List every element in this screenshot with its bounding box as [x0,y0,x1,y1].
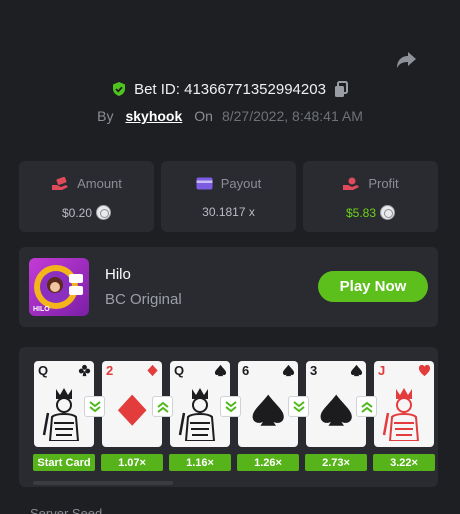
stat-profit-label: Profit [368,176,399,191]
game-subtitle: BC Original [105,291,182,308]
chevron-down-icon [220,396,241,417]
amount-hand-icon [52,176,69,190]
horizontal-scrollbar[interactable] [33,481,173,485]
card-rank: 3 [310,363,318,378]
server-seed-label: Server Seed [30,506,103,514]
coin-icon [380,205,396,220]
bet-date: 8/27/2022, 8:48:41 AM [221,108,363,124]
hearts-suit-icon [418,364,431,377]
card-rank: J [378,363,386,378]
username-link[interactable]: skyhook [125,108,182,124]
clubs-suit-icon [78,364,91,377]
spades-suit-icon [282,364,295,377]
multiplier-badge: 2.73× [305,454,367,471]
bet-detail-panel: Bet ID: 41366771352994203 By skyhook On … [0,0,460,514]
card-rank: Q [174,363,185,378]
hilo-thumb-text: HILO [33,306,50,313]
stat-amount-value: $0.20 [61,205,93,220]
face-card-art [42,388,80,441]
spades-suit-icon [350,364,363,377]
multiplier-badge: 3.22× [373,454,435,471]
copy-icon[interactable] [333,80,349,98]
game-card: HILO Hilo BC Original Play Now [19,247,438,327]
face-card-art [178,388,216,441]
profit-hand-icon [343,177,360,190]
shield-check-icon [113,82,126,96]
stat-payout: Payout 30.1817 x [161,161,296,232]
stat-payout-value: 30.1817 x [202,205,255,219]
on-label: On [194,108,213,124]
diamonds-center-icon [117,394,147,426]
stat-amount-label: Amount [77,176,122,191]
start-card-badge: Start Card [33,454,95,471]
chevron-up-icon [152,396,173,417]
stat-amount: Amount $0.20 [19,161,154,232]
multiplier-badge: 1.26× [237,454,299,471]
multiplier-badge: 1.16× [169,454,231,471]
card-rank: 2 [106,363,114,378]
playing-card: J [374,361,434,447]
stat-payout-label: Payout [220,176,262,191]
hilo-cards-history: Q Start Card 2 1.07× Q 1.16× 6 1.26× 3 2.73× J 3… [19,347,438,487]
hilo-thumbnail[interactable]: HILO [29,258,89,316]
by-label: By [97,108,114,124]
card-rank: 6 [242,363,250,378]
diamonds-suit-icon [147,364,158,377]
multiplier-badge: 1.07× [101,454,163,471]
share-icon[interactable] [394,48,418,72]
bet-id-row: Bet ID: 41366771352994203 [0,78,460,100]
chevron-down-icon [84,396,105,417]
coin-icon [96,205,112,220]
spades-center-icon [252,394,284,426]
spades-center-icon [320,394,352,426]
game-title: Hilo [105,266,131,283]
bet-meta-row: By skyhook On 8/27/2022, 8:48:41 AM [0,106,460,126]
face-card-art [382,388,420,441]
chevron-down-icon [288,396,309,417]
wallet-card-icon [196,177,213,190]
bet-id: Bet ID: 41366771352994203 [134,80,326,98]
play-now-button[interactable]: Play Now [318,271,428,302]
card-rank: Q [38,363,49,378]
stat-profit-value: $5.83 [345,205,377,220]
chevron-up-icon [356,396,377,417]
stat-profit: Profit $5.83 [303,161,438,232]
spades-suit-icon [214,364,227,377]
